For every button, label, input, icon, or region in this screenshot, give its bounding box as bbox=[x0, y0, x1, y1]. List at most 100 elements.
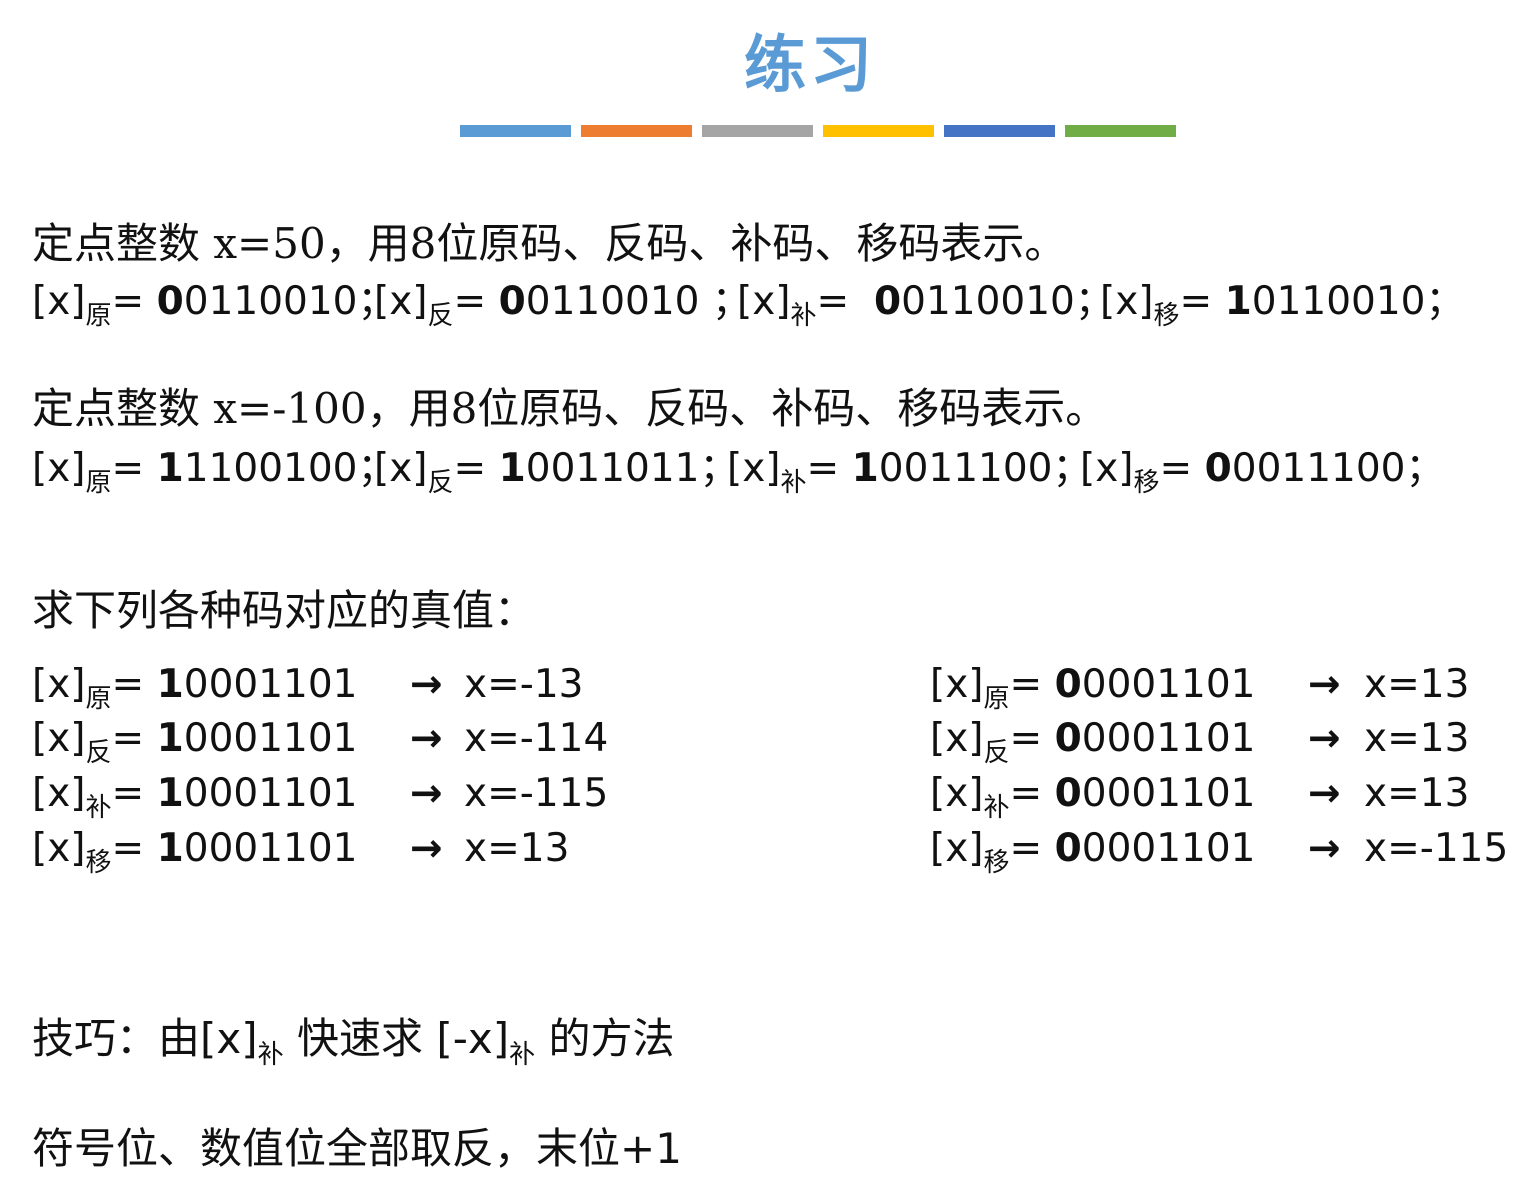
tip-text-1: 技巧：由 bbox=[32, 1014, 201, 1063]
arrow-right-icon: → bbox=[1308, 771, 1341, 816]
code-equals: = bbox=[453, 279, 499, 324]
arrow-right-icon: → bbox=[410, 716, 443, 761]
code-sign-bit: 1 bbox=[156, 826, 184, 871]
code-subscript: 反 bbox=[427, 301, 454, 331]
truth-code: [x]补= 00001101 bbox=[930, 771, 1255, 824]
q1-code-2: [x]反= 00110010 ； bbox=[374, 270, 751, 332]
code-end: ； bbox=[1405, 446, 1445, 491]
truth-value: x=13 bbox=[1364, 771, 1470, 816]
truth-value: x=13 bbox=[464, 826, 570, 871]
tip-xcomp: [x] bbox=[200, 1014, 258, 1063]
code-equals: = bbox=[1009, 662, 1055, 707]
rule-text: 符号位、数值位全部取反，末位 bbox=[32, 1124, 621, 1173]
code-equals: = bbox=[111, 662, 157, 707]
code-value-bits: 0001101 bbox=[183, 662, 358, 707]
truth-value-row: [x]反= 10001101 → x=-114 bbox=[32, 716, 632, 769]
code-equals: = bbox=[1179, 279, 1225, 324]
code-equals: = bbox=[816, 279, 875, 324]
color-bar-segment-3 bbox=[702, 125, 813, 137]
q1-code-4: [x]移= 10110010； bbox=[1100, 270, 1464, 332]
code-value-bits: 0001101 bbox=[183, 716, 358, 761]
code-value-bits: 0001101 bbox=[1081, 826, 1256, 871]
code-prefix: [x] bbox=[737, 279, 791, 324]
question-1-heading: 定点整数 x=50，用8位原码、反码、补码、移码表示。 bbox=[32, 219, 1067, 268]
code-subscript: 反 bbox=[85, 738, 112, 768]
code-equals: = bbox=[111, 716, 157, 761]
code-sign-bit: 0 bbox=[1204, 446, 1232, 491]
q1-code-1: [x]原= 00110010； bbox=[32, 270, 396, 332]
code-sign-bit: 1 bbox=[156, 446, 184, 491]
truth-value: x=-115 bbox=[464, 771, 609, 816]
arrow-right-icon: → bbox=[410, 826, 443, 871]
code-equals: = bbox=[111, 279, 157, 324]
code-value-bits: 1100100 bbox=[183, 446, 358, 491]
code-subscript: 原 bbox=[85, 468, 112, 498]
code-subscript: 补 bbox=[85, 793, 112, 823]
code-sign-bit: 0 bbox=[1054, 771, 1082, 816]
rule-line: 符号位、数值位全部取反，末位+1 bbox=[32, 1115, 682, 1176]
arrow-right-icon: → bbox=[410, 771, 443, 816]
code-sign-bit: 0 bbox=[874, 279, 902, 324]
code-value-bits: 0110010 bbox=[183, 279, 358, 324]
page-title: 练习 bbox=[743, 28, 876, 101]
code-subscript: 原 bbox=[85, 301, 112, 331]
truth-code: [x]原= 10001101 bbox=[32, 662, 357, 715]
q2-code-2: [x]反= 10011011； bbox=[374, 437, 738, 499]
code-sign-bit: 0 bbox=[1054, 662, 1082, 707]
arrow-right-icon: → bbox=[1308, 662, 1341, 707]
truth-value: x=-115 bbox=[1364, 826, 1509, 871]
tip-negx: [-x] bbox=[436, 1014, 510, 1063]
code-equals: = bbox=[111, 446, 157, 491]
truth-value: x=13 bbox=[1364, 662, 1470, 707]
arrow-right-icon: → bbox=[1308, 826, 1341, 871]
code-equals: = bbox=[111, 826, 157, 871]
code-value-bits: 0001101 bbox=[183, 826, 358, 871]
code-value-bits: 0001101 bbox=[1081, 716, 1256, 761]
truth-code: [x]反= 10001101 bbox=[32, 716, 357, 769]
code-subscript: 移 bbox=[85, 848, 112, 878]
truth-value-row: [x]补= 00001101 → x=13 bbox=[930, 771, 1524, 824]
code-subscript: 移 bbox=[1153, 301, 1180, 331]
truth-value-row: [x]移= 00001101 → x=-115 bbox=[930, 826, 1524, 878]
code-value-bits: 0110010 bbox=[1251, 279, 1426, 324]
code-sign-bit: 1 bbox=[156, 771, 184, 816]
code-prefix: [x] bbox=[930, 716, 984, 761]
code-subscript: 补 bbox=[790, 301, 817, 331]
code-end: ； bbox=[1425, 279, 1465, 324]
code-equals: = bbox=[1009, 716, 1055, 761]
truth-value-row: [x]补= 10001101 → x=-115 bbox=[32, 771, 632, 823]
tip-line: 技巧：由[x]补 快速求 [-x]补 的方法 bbox=[32, 1005, 675, 1071]
code-value-bits: 0011011 bbox=[525, 446, 700, 491]
truth-value: x=-13 bbox=[464, 662, 584, 707]
code-sign-bit: 0 bbox=[498, 279, 526, 324]
code-subscript: 反 bbox=[427, 468, 454, 498]
color-bar-segment-6 bbox=[1065, 125, 1176, 137]
decorative-color-bar bbox=[460, 125, 1176, 137]
code-sign-bit: 1 bbox=[851, 446, 879, 491]
truth-value: x=-114 bbox=[464, 716, 609, 761]
question-3-heading: 求下列各种码对应的真值： bbox=[32, 586, 537, 635]
code-value-bits: 0110010 bbox=[901, 279, 1075, 324]
color-bar-segment-1 bbox=[460, 125, 571, 137]
code-equals: = bbox=[453, 446, 499, 491]
code-prefix: [x] bbox=[32, 771, 86, 816]
arrow-right-icon: → bbox=[1308, 716, 1341, 761]
q2-code-1: [x]原= 11100100； bbox=[32, 437, 396, 499]
code-prefix: [x] bbox=[374, 279, 428, 324]
color-bar-segment-2 bbox=[581, 125, 692, 137]
code-sign-bit: 1 bbox=[156, 716, 184, 761]
q1-code-3: [x]补= 00110010； bbox=[737, 270, 1114, 332]
code-prefix: [x] bbox=[32, 826, 86, 871]
code-value-bits: 0110010 bbox=[525, 279, 700, 324]
code-subscript: 补 bbox=[983, 793, 1010, 823]
code-value-bits: 0001101 bbox=[183, 771, 358, 816]
code-prefix: [x] bbox=[930, 826, 984, 871]
truth-value-row: [x]移= 10001101 → x=13 bbox=[32, 826, 632, 878]
code-sign-bit: 1 bbox=[498, 446, 526, 491]
code-subscript: 补 bbox=[780, 468, 807, 498]
code-subscript: 原 bbox=[983, 684, 1010, 714]
code-prefix: [x] bbox=[374, 446, 428, 491]
code-equals: = bbox=[806, 446, 852, 491]
q2-code-3: [x]补= 10011100； bbox=[727, 437, 1091, 499]
q2-code-4: [x]移= 00011100； bbox=[1080, 437, 1444, 499]
